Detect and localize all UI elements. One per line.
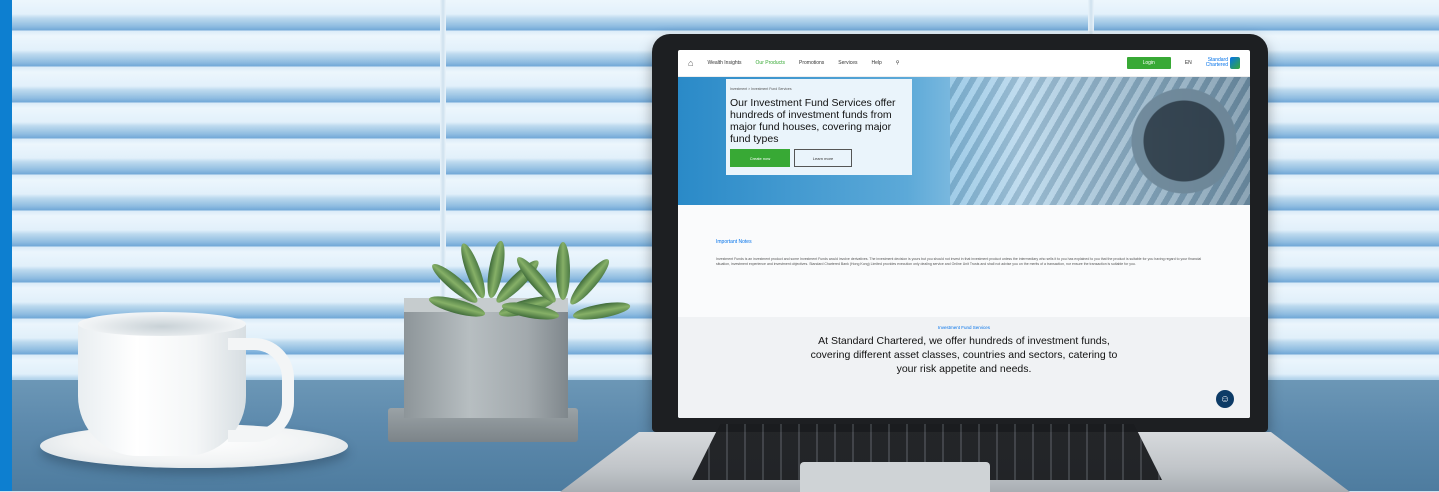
website-on-screen: ⌂ Wealth Insights Our Products Promotion…	[678, 50, 1250, 418]
logo-mark-icon	[1230, 57, 1240, 69]
plant-pot	[404, 306, 568, 418]
brand-logo[interactable]: Standard Chartered	[1206, 57, 1240, 69]
important-notes-section: Important Notes Investment Funds is an i…	[678, 205, 1250, 317]
services-label: Investment Fund Services	[937, 325, 991, 330]
nav-item-our-products[interactable]: Our Products	[756, 60, 785, 66]
services-section: Investment Fund Services At Standard Cha…	[678, 317, 1250, 418]
laptop-touchpad	[800, 462, 990, 492]
login-button[interactable]: Login	[1126, 57, 1171, 69]
secondary-cta-button[interactable]: Learn more	[794, 149, 852, 167]
nav-item-services[interactable]: Services	[838, 60, 857, 66]
breadcrumb[interactable]: Investment > Investment Fund Services	[730, 87, 908, 91]
compass-coins-image	[950, 77, 1250, 205]
logo-text-line2: Chartered	[1205, 62, 1228, 68]
hero-title: Our Investment Fund Services offer hundr…	[730, 97, 896, 145]
chat-bot-icon[interactable]: ☺	[1216, 390, 1234, 408]
primary-cta-button[interactable]: Create now	[730, 149, 790, 167]
left-accent-bar	[0, 0, 12, 491]
home-icon[interactable]: ⌂	[688, 58, 693, 68]
nav-item-wealth-insights[interactable]: Wealth Insights	[707, 60, 741, 66]
hero-card: Investment > Investment Fund Services Ou…	[726, 79, 912, 175]
important-notes-title: Important Notes	[716, 239, 752, 245]
nav-item-promotions[interactable]: Promotions	[799, 60, 824, 66]
cup-handle	[228, 338, 294, 442]
top-navigation: ⌂ Wealth Insights Our Products Promotion…	[678, 50, 1250, 77]
cup-rim	[78, 312, 246, 336]
important-notes-body: Investment Funds is an investment produc…	[716, 257, 1202, 266]
nav-item-help[interactable]: Help	[871, 60, 881, 66]
coffee-cup	[78, 320, 246, 456]
services-text: At Standard Chartered, we offer hundreds…	[810, 335, 1118, 375]
language-selector[interactable]: EN	[1185, 60, 1192, 66]
search-icon[interactable]: ⚲	[896, 60, 900, 66]
hero-banner: Investment > Investment Fund Services Ou…	[678, 77, 1250, 205]
